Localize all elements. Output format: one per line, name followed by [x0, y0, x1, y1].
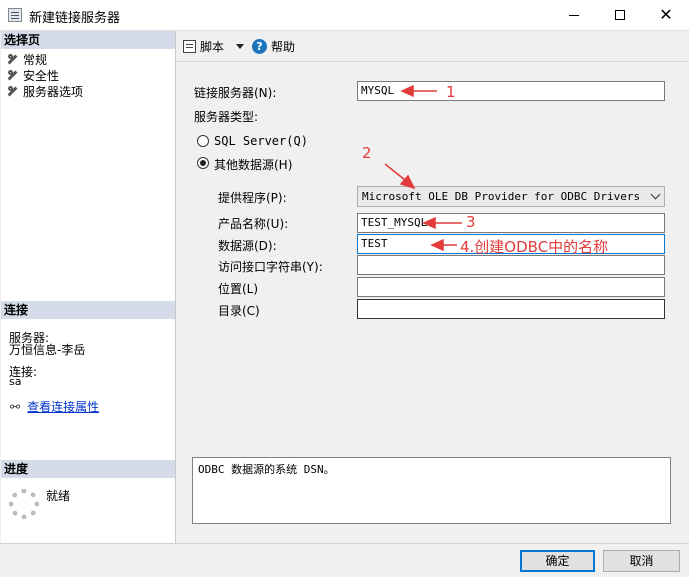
maximize-icon — [615, 10, 625, 20]
page-item-server-options[interactable]: 服务器选项 — [7, 83, 83, 99]
left-panel: 选择页 常规 安全性 服务器选项 连接 服务器: 万恒信息-李岳 连接: sa … — [1, 31, 176, 543]
script-dropdown[interactable] — [236, 44, 244, 49]
connection-value: sa — [9, 375, 22, 388]
radio-other-label: 其他数据源(H) — [214, 158, 293, 172]
page-item-general[interactable]: 常规 — [7, 51, 47, 67]
minimize-button[interactable] — [551, 0, 597, 30]
linked-server-input[interactable]: MYSQL — [357, 81, 665, 101]
page-item-label: 常规 — [23, 52, 48, 67]
wrench-icon — [7, 53, 18, 65]
minimize-icon — [569, 14, 579, 16]
server-type-label: 服务器类型: — [194, 110, 259, 124]
help-button[interactable]: ? 帮助 — [252, 38, 295, 55]
progress-spinner-icon — [9, 489, 39, 519]
connection-header: 连接 — [1, 301, 175, 319]
wrench-icon — [7, 85, 18, 97]
view-connection-properties[interactable]: ⚯ 查看连接属性 — [10, 398, 99, 415]
location-input[interactable] — [357, 277, 665, 297]
server-value: 万恒信息-李岳 — [9, 343, 86, 357]
view-connection-link[interactable]: 查看连接属性 — [27, 398, 99, 415]
product-name-input[interactable]: TEST_MYSQL — [357, 213, 665, 233]
help-icon: ? — [252, 39, 267, 54]
provider-value: Microsoft OLE DB Provider for ODBC Drive… — [362, 190, 641, 203]
provider-select[interactable]: Microsoft OLE DB Provider for ODBC Drive… — [357, 186, 665, 207]
linked-server-label: 链接服务器(N): — [194, 86, 277, 100]
progress-header: 进度 — [1, 460, 175, 478]
script-button[interactable]: 脚本 — [183, 38, 224, 55]
data-source-label: 数据源(D): — [218, 239, 277, 253]
annotation-2: 2 — [362, 144, 372, 162]
wrench-icon — [7, 69, 18, 81]
maximize-button[interactable] — [597, 0, 643, 30]
annotation-arrow-2 — [384, 163, 411, 185]
progress-status: 就绪 — [46, 489, 71, 503]
chevron-down-icon — [236, 44, 244, 49]
provider-string-input[interactable] — [357, 255, 665, 275]
radio-other-datasource[interactable]: 其他数据源(H) — [197, 156, 317, 172]
provider-string-label: 访问接口字符串(Y): — [218, 260, 323, 274]
close-icon: ✕ — [659, 5, 673, 24]
description-box: ODBC 数据源的系统 DSN。 — [192, 457, 671, 524]
title-bar: 新建链接服务器 ✕ — [0, 0, 689, 31]
annotation-3: 3 — [466, 213, 476, 231]
bottom-bar: 确定 取消 — [0, 543, 689, 577]
provider-label: 提供程序(P): — [218, 191, 287, 205]
window-title: 新建链接服务器 — [29, 11, 121, 26]
connection-properties-icon: ⚯ — [10, 399, 21, 414]
radio-sqlserver-label: SQL Server(Q) — [214, 134, 308, 148]
annotation-4: 4.创建ODBC中的名称 — [460, 238, 609, 256]
catalog-label: 目录(C) — [218, 304, 260, 318]
product-name-label: 产品名称(U): — [218, 217, 289, 231]
script-label: 脚本 — [200, 40, 225, 54]
radio-other-button[interactable] — [197, 157, 209, 169]
help-label: 帮助 — [271, 40, 296, 54]
chevron-down-icon — [650, 189, 661, 200]
script-icon — [183, 40, 196, 53]
select-page-header: 选择页 — [1, 31, 175, 49]
page-item-security[interactable]: 安全性 — [7, 67, 59, 83]
catalog-input[interactable] — [357, 299, 665, 319]
location-label: 位置(L) — [218, 282, 259, 296]
radio-sqlserver-button[interactable] — [197, 135, 209, 147]
close-button[interactable]: ✕ — [643, 0, 689, 30]
annotation-1: 1 — [446, 83, 456, 101]
cancel-button[interactable]: 取消 — [603, 550, 680, 572]
toolbar: 脚本 ? 帮助 — [176, 31, 689, 62]
page-item-label: 安全性 — [23, 68, 60, 83]
ok-button[interactable]: 确定 — [520, 550, 595, 572]
radio-sqlserver[interactable]: SQL Server(Q) — [197, 134, 317, 150]
page-item-label: 服务器选项 — [23, 84, 84, 99]
app-icon — [8, 8, 22, 22]
